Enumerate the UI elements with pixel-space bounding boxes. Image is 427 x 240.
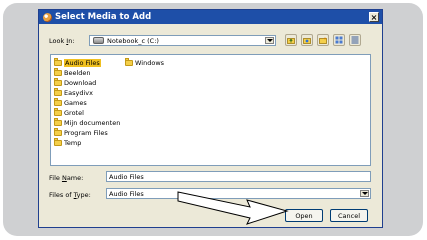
pointer-arrow [177,191,289,225]
